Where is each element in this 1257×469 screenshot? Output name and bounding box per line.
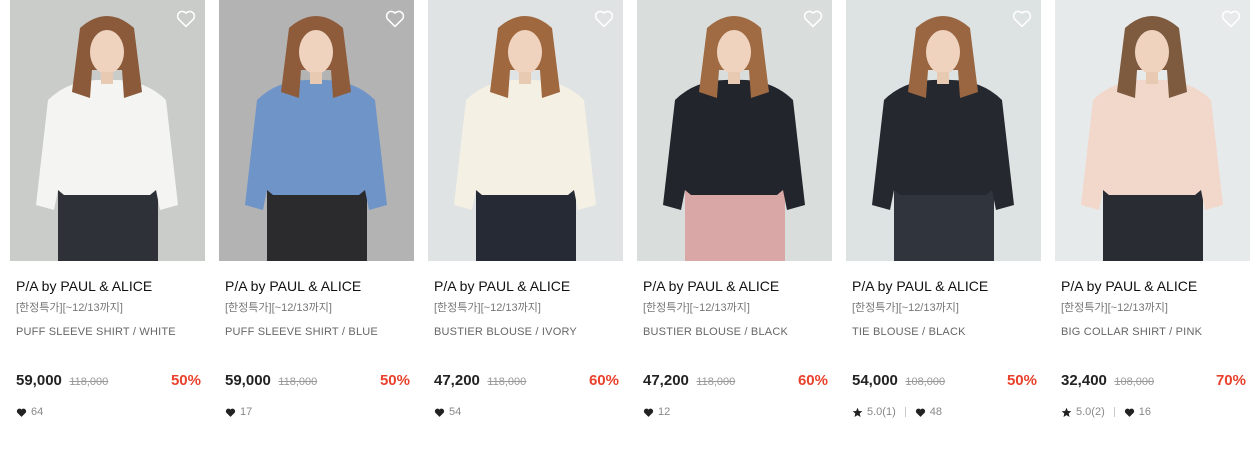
product-promo-tag: [한정특가][~12/13까지] — [1061, 302, 1168, 314]
sale-price: 59,000 — [225, 372, 271, 389]
product-brand[interactable]: P/A by PAUL & ALICE — [1061, 277, 1250, 295]
product-name[interactable]: BUSTIER BLOUSE / BLACK — [643, 325, 832, 339]
price-row: 59,000 118,000 50% — [225, 372, 414, 392]
product-image[interactable] — [637, 0, 832, 261]
price-row: 47,200 118,000 60% — [643, 372, 832, 392]
original-price: 118,000 — [278, 376, 318, 388]
meta-divider — [904, 407, 906, 417]
product-name[interactable]: TIE BLOUSE / BLACK — [852, 325, 1041, 339]
original-price: 118,000 — [69, 376, 109, 388]
product-meta: 12 — [643, 405, 832, 419]
product-card[interactable]: P/A by PAUL & ALICE [한정특가][~12/13까지] PUF… — [219, 0, 414, 419]
product-promo-tag: [한정특가][~12/13까지] — [434, 302, 541, 314]
price-row: 59,000 118,000 50% — [16, 372, 205, 392]
product-photo — [219, 0, 414, 261]
product-promo-tag: [한정특가][~12/13까지] — [16, 302, 123, 314]
sale-price: 47,200 — [434, 372, 480, 389]
star-icon — [852, 407, 863, 417]
price-row: 32,400 108,000 70% — [1061, 372, 1250, 392]
price-row: 47,200 118,000 60% — [434, 372, 623, 392]
product-meta: 64 — [16, 405, 205, 419]
product-photo — [428, 0, 623, 261]
like-count: 16 — [1138, 406, 1151, 418]
discount-rate: 70% — [1215, 372, 1246, 389]
product-card[interactable]: P/A by PAUL & ALICE [한정특가][~12/13까지] BUS… — [637, 0, 832, 419]
discount-rate: 50% — [170, 372, 201, 389]
product-brand[interactable]: P/A by PAUL & ALICE — [434, 277, 623, 295]
product-card[interactable]: P/A by PAUL & ALICE [한정특가][~12/13까지] BUS… — [428, 0, 623, 419]
product-meta: 54 — [434, 405, 623, 419]
like-count: 64 — [31, 406, 44, 418]
product-name[interactable]: BUSTIER BLOUSE / IVORY — [434, 325, 623, 339]
product-meta: 17 — [225, 405, 414, 419]
product-image[interactable] — [846, 0, 1041, 261]
like-heart-icon — [225, 408, 236, 417]
original-price: 118,000 — [487, 376, 527, 388]
product-grid: P/A by PAUL & ALICE [한정특가][~12/13까지] PUF… — [10, 0, 1250, 419]
wishlist-heart-icon[interactable] — [594, 9, 614, 28]
like-count: 12 — [658, 406, 671, 418]
like-heart-icon — [643, 408, 654, 417]
product-photo — [1055, 0, 1250, 261]
product-meta: 5.0(2) 16 — [1061, 405, 1250, 419]
star-icon — [1061, 407, 1072, 417]
meta-divider — [1113, 407, 1115, 417]
discount-rate: 60% — [797, 372, 828, 389]
wishlist-heart-icon[interactable] — [385, 9, 405, 28]
product-promo-tag: [한정특가][~12/13까지] — [643, 302, 750, 314]
like-count: 48 — [929, 406, 942, 418]
rating-value: 5.0(1) — [867, 406, 896, 418]
product-photo — [637, 0, 832, 261]
product-promo-tag: [한정특가][~12/13까지] — [852, 302, 959, 314]
product-image[interactable] — [428, 0, 623, 261]
product-name[interactable]: PUFF SLEEVE SHIRT / BLUE — [225, 325, 414, 339]
product-card[interactable]: P/A by PAUL & ALICE [한정특가][~12/13까지] TIE… — [846, 0, 1041, 419]
product-brand[interactable]: P/A by PAUL & ALICE — [643, 277, 832, 295]
original-price: 118,000 — [696, 376, 736, 388]
discount-rate: 50% — [1006, 372, 1037, 389]
like-heart-icon — [1124, 408, 1134, 417]
product-card[interactable]: P/A by PAUL & ALICE [한정특가][~12/13까지] BIG… — [1055, 0, 1250, 419]
original-price: 108,000 — [1114, 376, 1155, 388]
like-heart-icon — [16, 408, 27, 417]
original-price: 108,000 — [905, 376, 946, 388]
like-count: 17 — [240, 406, 253, 418]
price-row: 54,000 108,000 50% — [852, 372, 1041, 392]
product-photo — [10, 0, 205, 261]
product-brand[interactable]: P/A by PAUL & ALICE — [225, 277, 414, 295]
rating: 5.0(2) — [1061, 406, 1124, 418]
wishlist-heart-icon[interactable] — [803, 9, 823, 28]
wishlist-heart-icon[interactable] — [176, 9, 196, 28]
product-meta: 5.0(1) 48 — [852, 405, 1041, 419]
rating-value: 5.0(2) — [1076, 406, 1105, 418]
discount-rate: 50% — [379, 372, 410, 389]
product-image[interactable] — [1055, 0, 1250, 261]
sale-price: 59,000 — [16, 372, 62, 389]
product-photo — [846, 0, 1041, 261]
rating: 5.0(1) — [852, 406, 915, 418]
discount-rate: 60% — [588, 372, 619, 389]
product-image[interactable] — [219, 0, 414, 261]
wishlist-heart-icon[interactable] — [1012, 9, 1032, 28]
sale-price: 47,200 — [643, 372, 689, 389]
product-promo-tag: [한정특가][~12/13까지] — [225, 302, 332, 314]
product-card[interactable]: P/A by PAUL & ALICE [한정특가][~12/13까지] PUF… — [10, 0, 205, 419]
wishlist-heart-icon[interactable] — [1221, 9, 1241, 28]
product-brand[interactable]: P/A by PAUL & ALICE — [16, 277, 205, 295]
like-heart-icon — [915, 408, 925, 417]
sale-price: 54,000 — [852, 372, 898, 389]
product-image[interactable] — [10, 0, 205, 261]
like-count: 54 — [449, 406, 462, 418]
product-name[interactable]: PUFF SLEEVE SHIRT / WHITE — [16, 325, 205, 339]
like-heart-icon — [434, 408, 445, 417]
product-brand[interactable]: P/A by PAUL & ALICE — [852, 277, 1041, 295]
product-name[interactable]: BIG COLLAR SHIRT / PINK — [1061, 325, 1250, 339]
sale-price: 32,400 — [1061, 372, 1107, 389]
